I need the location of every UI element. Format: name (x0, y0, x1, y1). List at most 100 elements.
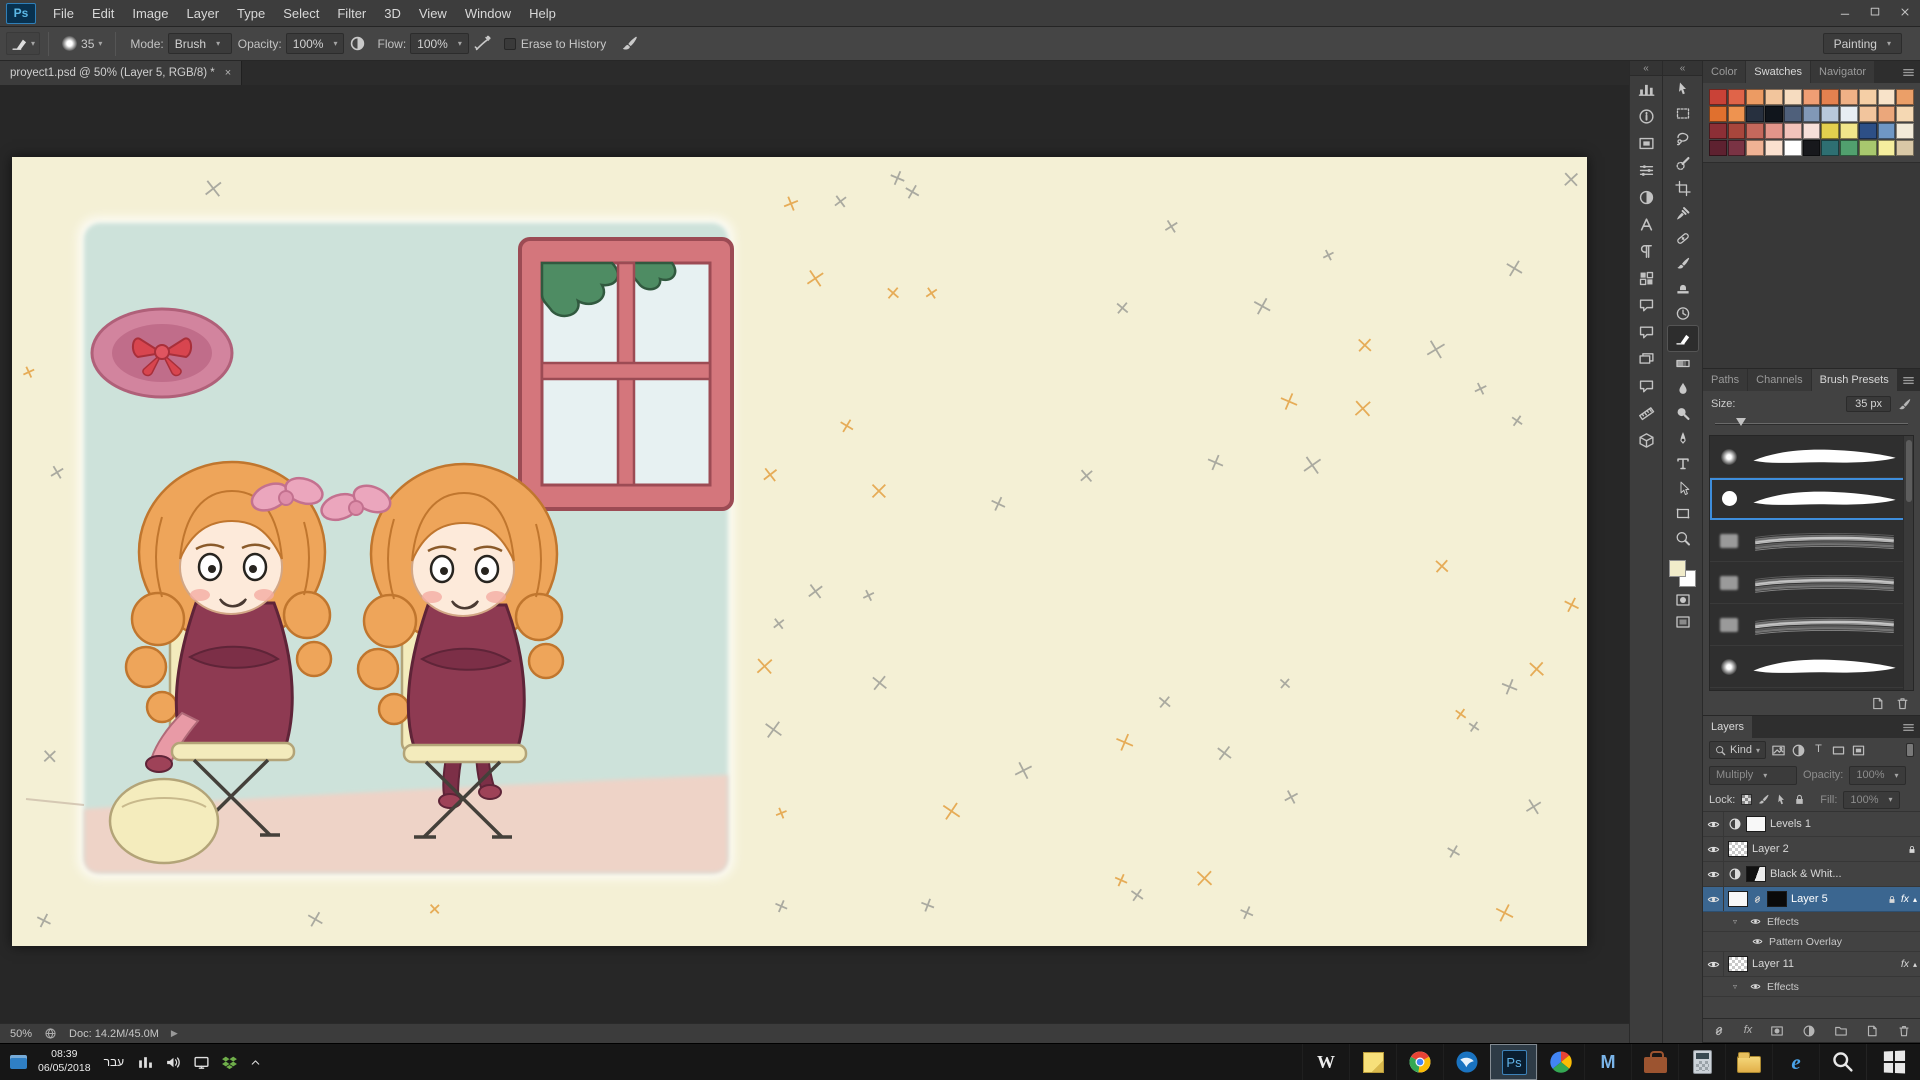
delete-layer-button[interactable] (1897, 1024, 1911, 1038)
taskbar-app-file-explorer[interactable] (1725, 1044, 1772, 1080)
menu-view[interactable]: View (410, 0, 456, 26)
new-group-button[interactable] (1834, 1024, 1848, 1038)
canvas-surround[interactable] (0, 85, 1629, 1023)
color-swatch[interactable] (1803, 89, 1821, 105)
info-panel-icon[interactable] (1634, 104, 1659, 129)
panel-menu-icon[interactable] (1901, 373, 1916, 388)
move-tool[interactable] (1668, 76, 1698, 101)
taskbar-app-photoshop[interactable]: Ps (1490, 1044, 1537, 1080)
quick-mask-button[interactable] (1670, 589, 1696, 611)
color-swatch[interactable] (1840, 123, 1858, 139)
slider-thumb[interactable] (1736, 418, 1746, 426)
taskbar-app-thunderbird[interactable] (1443, 1044, 1490, 1080)
layer-row[interactable]: Black & Whit... (1703, 862, 1920, 887)
color-swatch[interactable] (1709, 89, 1727, 105)
color-swatch[interactable] (1878, 123, 1896, 139)
visibility-toggle[interactable] (1747, 977, 1763, 996)
taskbar-app-toolbox[interactable] (1631, 1044, 1678, 1080)
adjustments-panel-icon[interactable] (1634, 185, 1659, 210)
menu-type[interactable]: Type (228, 0, 274, 26)
blend-mode-dropdown[interactable]: Multiply ▾ (1709, 766, 1797, 785)
visibility-toggle[interactable] (1747, 912, 1763, 931)
layer-thumbnail[interactable] (1728, 841, 1748, 857)
minimize-button[interactable] (1830, 0, 1860, 26)
visibility-toggle[interactable] (1703, 887, 1724, 911)
size-slider[interactable] (1703, 417, 1920, 431)
tab-close-icon[interactable]: × (225, 67, 231, 79)
path-select-tool[interactable] (1668, 476, 1698, 501)
color-swatch[interactable] (1859, 123, 1877, 139)
brush-preset-item[interactable] (1710, 436, 1913, 478)
tool-preset-picker[interactable]: ▾ (6, 32, 40, 55)
taskbar-app-sticky-notes[interactable] (1349, 1044, 1396, 1080)
paragraph-panel-icon[interactable] (1634, 239, 1659, 264)
color-swatch[interactable] (1728, 123, 1746, 139)
layer-thumbnail[interactable] (1746, 866, 1766, 882)
filter-pixel-icon[interactable] (1771, 743, 1786, 758)
color-swatch[interactable] (1896, 123, 1914, 139)
panel-tab-paths[interactable]: Paths (1703, 369, 1747, 391)
pen-tool[interactable] (1668, 426, 1698, 451)
color-swatch[interactable] (1765, 140, 1783, 156)
brush-settings-panel-icon[interactable] (1634, 293, 1659, 318)
type-tool[interactable] (1668, 451, 1698, 476)
color-swatch[interactable] (1784, 140, 1802, 156)
layer-name[interactable]: Levels 1 (1770, 818, 1811, 830)
visibility-toggle[interactable] (1703, 812, 1724, 836)
filter-adjustment-icon[interactable] (1791, 743, 1806, 758)
marquee-tool[interactable] (1668, 101, 1698, 126)
layer-name[interactable]: Layer 2 (1752, 843, 1789, 855)
color-swatch[interactable] (1784, 89, 1802, 105)
layer-mask-thumbnail[interactable] (1767, 891, 1787, 907)
color-swatch[interactable] (1765, 123, 1783, 139)
panel-tab-channels[interactable]: Channels (1748, 369, 1810, 391)
foreground-color-swatch[interactable] (1669, 560, 1686, 577)
menu-image[interactable]: Image (123, 0, 177, 26)
panel-menu-icon[interactable] (1901, 720, 1916, 735)
brush-preset-item[interactable] (1710, 646, 1913, 688)
color-swatch[interactable] (1878, 140, 1896, 156)
color-swatch[interactable] (1709, 140, 1727, 156)
color-swatch[interactable] (1896, 140, 1914, 156)
opacity-dropdown[interactable]: 100% ▾ (286, 33, 345, 54)
clone-source-panel-icon[interactable] (1634, 320, 1659, 345)
lock-all-icon[interactable] (1793, 793, 1806, 806)
layer-row[interactable]: Layer 11fx▴ (1703, 952, 1920, 977)
hidden-icons-chevron[interactable] (249, 1054, 262, 1071)
taskbar-clock[interactable]: 08:39 06/05/2018 (38, 1048, 91, 1075)
size-value[interactable]: 35 px (1846, 396, 1891, 412)
layer-name[interactable]: Layer 11 (1752, 958, 1794, 970)
collapse-triangle[interactable]: ▿ (1733, 982, 1743, 991)
brush-preset-item[interactable] (1710, 478, 1913, 520)
menu-help[interactable]: Help (520, 0, 565, 26)
collapse-tools-button[interactable]: « (1663, 61, 1702, 76)
layer-effects-row[interactable]: Pattern Overlay (1703, 932, 1920, 952)
color-swatch[interactable] (1784, 106, 1802, 122)
layer-thumbnail[interactable] (1746, 816, 1766, 832)
fx-badge[interactable]: fx (1901, 958, 1909, 970)
menu-file[interactable]: File (44, 0, 83, 26)
panel-tab-brush-presets[interactable]: Brush Presets (1812, 369, 1897, 391)
status-flyout-arrow[interactable]: ▶ (171, 1028, 178, 1039)
blur-tool[interactable] (1668, 376, 1698, 401)
menu-filter[interactable]: Filter (328, 0, 375, 26)
color-swatch[interactable] (1746, 89, 1764, 105)
filter-toggle-switch[interactable] (1906, 743, 1914, 757)
zoom-level[interactable]: 50% (10, 1028, 32, 1040)
measurement-panel-icon[interactable] (1634, 401, 1659, 426)
brush-list-scrollbar[interactable] (1903, 436, 1913, 690)
fill-dropdown[interactable]: 100% ▾ (1843, 791, 1899, 809)
styles-panel-icon[interactable] (1634, 266, 1659, 291)
brush-preset-picker[interactable]: 35 ▾ (57, 35, 107, 52)
delete-brush-button[interactable] (1895, 696, 1910, 711)
speaker-icon[interactable] (165, 1054, 182, 1071)
lock-position-icon[interactable] (1775, 793, 1788, 806)
lock-transparency-icon[interactable] (1741, 794, 1752, 805)
character-panel-icon[interactable] (1634, 212, 1659, 237)
color-swatch[interactable] (1821, 106, 1839, 122)
navigator-panel-icon[interactable] (1634, 131, 1659, 156)
layer-style-button[interactable]: fx (1744, 1024, 1753, 1038)
menu-window[interactable]: Window (456, 0, 520, 26)
color-swatch[interactable] (1821, 140, 1839, 156)
maximize-button[interactable] (1860, 0, 1890, 26)
